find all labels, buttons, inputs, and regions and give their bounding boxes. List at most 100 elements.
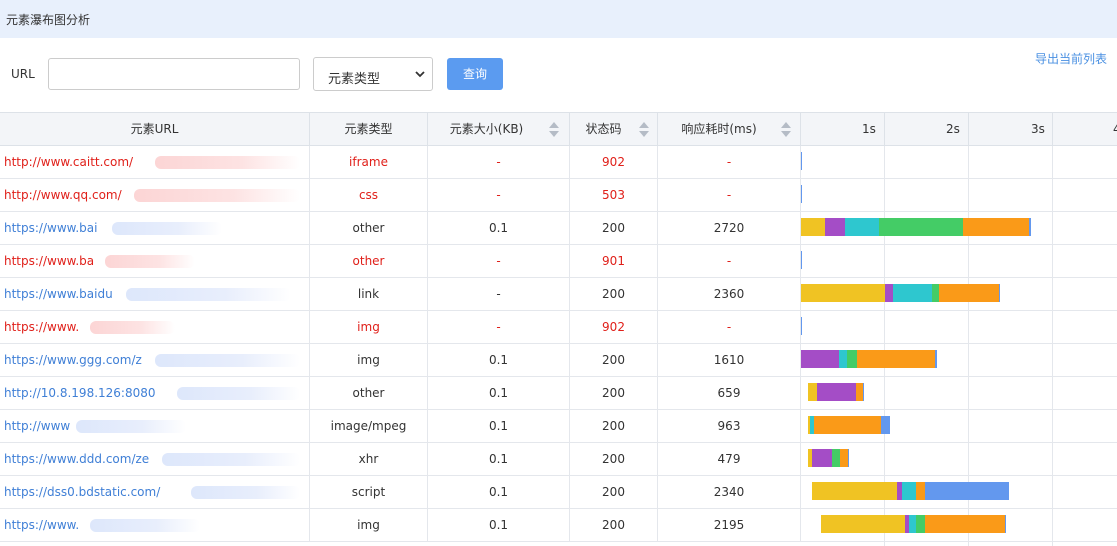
status-cell: 200 <box>570 410 658 442</box>
redacted-url-mask <box>162 453 300 466</box>
table-row[interactable]: http://www.caitt.com/iframe -902- <box>0 146 1117 179</box>
waterfall-segment-teal <box>844 218 880 236</box>
time-cell: - <box>658 311 801 343</box>
url-cell[interactable]: https://dss0.bdstatic.com/ <box>0 476 310 508</box>
waterfall-segment-orange <box>857 350 936 368</box>
time-cell: - <box>658 245 801 277</box>
size-cell: 0.1 <box>428 377 570 409</box>
type-cell: css <box>310 179 428 211</box>
url-cell[interactable]: https://www. <box>0 509 310 541</box>
url-cell[interactable]: https://www.bai <box>0 212 310 244</box>
redacted-url-mask <box>155 156 300 169</box>
size-cell: - <box>428 179 570 211</box>
waterfall-segment-purple <box>816 383 856 401</box>
size-cell: - <box>428 245 570 277</box>
table-row[interactable]: http://www.qq.com/css -503- <box>0 179 1117 212</box>
header-size[interactable]: 元素大小(KB) <box>428 113 570 146</box>
redacted-url-mask <box>104 255 195 268</box>
time-cell: 2720 <box>658 212 801 244</box>
waterfall-segment-blue <box>935 350 937 368</box>
size-cell: 0.1 <box>428 509 570 541</box>
header-time[interactable]: 响应耗时(ms) <box>658 113 801 146</box>
url-cell[interactable]: https://www.baidu <box>0 278 310 310</box>
waterfall-segment-blue <box>801 185 803 203</box>
size-cell: 0.1 <box>428 344 570 376</box>
waterfall-segment-orange <box>814 416 881 434</box>
waterfall-segment-blue <box>880 416 891 434</box>
header-type: 元素类型 <box>310 113 428 146</box>
time-cell: - <box>658 179 801 211</box>
header-url: 元素URL <box>0 113 310 146</box>
time-cell: - <box>658 146 801 178</box>
waterfall-segment-green <box>879 218 964 236</box>
url-cell[interactable]: http://www.qq.com/ <box>0 179 310 211</box>
waterfall-segment-blue <box>801 317 803 335</box>
status-cell: 200 <box>570 476 658 508</box>
url-cell[interactable]: https://www. <box>0 311 310 343</box>
url-label: URL <box>11 67 35 81</box>
table-row[interactable]: https://www.baidu link -200 2360 <box>0 278 1117 311</box>
type-cell: script <box>310 476 428 508</box>
time-cell: 479 <box>658 443 801 475</box>
sort-icon[interactable] <box>639 122 649 138</box>
redacted-url-mask <box>155 354 300 367</box>
size-cell: - <box>428 146 570 178</box>
waterfall-segment-yellow <box>811 482 897 500</box>
status-cell: 503 <box>570 179 658 211</box>
table-row[interactable]: https://www.ggg.com/z img 0.1 200 1610 <box>0 344 1117 377</box>
waterfall-segment-green <box>832 449 841 467</box>
type-cell: img <box>310 509 428 541</box>
type-cell: other <box>310 212 428 244</box>
tick-2s: 2s <box>946 122 960 136</box>
table-row[interactable]: https://www.ddd.com/ze xhr 0.1 200 479 <box>0 443 1117 476</box>
waterfall-segment-blue <box>801 251 803 269</box>
export-list-link[interactable]: 导出当前列表 <box>1035 50 1107 67</box>
table-row[interactable]: https://dss0.bdstatic.com/script 0.1 200 23… <box>0 476 1117 509</box>
redacted-url-mask <box>133 189 300 202</box>
table-row[interactable]: http://10.8.198.126:8080 other 0.1 200 659 <box>0 377 1117 410</box>
type-cell: iframe <box>310 146 428 178</box>
url-cell[interactable]: https://www.ggg.com/z <box>0 344 310 376</box>
size-cell: - <box>428 311 570 343</box>
query-button[interactable]: 查询 <box>447 58 503 90</box>
url-cell[interactable]: http://www.caitt.com/ <box>0 146 310 178</box>
status-cell: 200 <box>570 278 658 310</box>
status-cell: 902 <box>570 311 658 343</box>
size-cell: 0.1 <box>428 410 570 442</box>
type-select-value: 元素类型 <box>328 72 381 87</box>
waterfall-segment-teal <box>901 482 917 500</box>
url-cell[interactable]: http://www <box>0 410 310 442</box>
sort-icon[interactable] <box>549 122 559 138</box>
redacted-url-mask <box>90 321 176 334</box>
waterfall-segment-teal <box>892 284 933 302</box>
table-row[interactable]: https://www.bai other 0.1 200 2720 <box>0 212 1117 245</box>
waterfall-segment-green <box>916 515 926 533</box>
header-status[interactable]: 状态码 <box>570 113 658 146</box>
waterfall-table: 元素URL 元素类型 元素大小(KB) 状态码 响应耗时(ms) 1s 2s 3… <box>0 112 1117 546</box>
waterfall-segment-orange <box>840 449 849 467</box>
type-cell: link <box>310 278 428 310</box>
time-cell: 2340 <box>658 476 801 508</box>
table-row[interactable]: https://www.ba other -901- <box>0 245 1117 278</box>
redacted-url-mask <box>126 288 292 301</box>
url-cell[interactable]: https://www.ba <box>0 245 310 277</box>
waterfall-segment-purple <box>801 350 839 368</box>
url-input[interactable] <box>48 58 300 90</box>
sort-icon[interactable] <box>781 122 791 138</box>
type-select[interactable]: 元素类型 <box>313 57 433 91</box>
type-cell: xhr <box>310 443 428 475</box>
type-cell: img <box>310 311 428 343</box>
url-cell[interactable]: https://www.ddd.com/ze <box>0 443 310 475</box>
redacted-url-mask <box>76 420 186 433</box>
url-cell[interactable]: http://10.8.198.126:8080 <box>0 377 310 409</box>
size-cell: 0.1 <box>428 443 570 475</box>
redacted-url-mask <box>90 519 201 532</box>
time-cell: 1610 <box>658 344 801 376</box>
waterfall-segment-orange <box>938 284 1000 302</box>
table-row[interactable]: https://www. img 0.1 200 2195 <box>0 509 1117 542</box>
waterfall-segment-blue <box>801 152 803 170</box>
table-row[interactable]: https://www. img -902- <box>0 311 1117 344</box>
waterfall-segment-yellow <box>821 515 906 533</box>
waterfall-segment-blue <box>925 482 1010 500</box>
table-row[interactable]: http://www image/mpeg 0.1 200 963 <box>0 410 1117 443</box>
